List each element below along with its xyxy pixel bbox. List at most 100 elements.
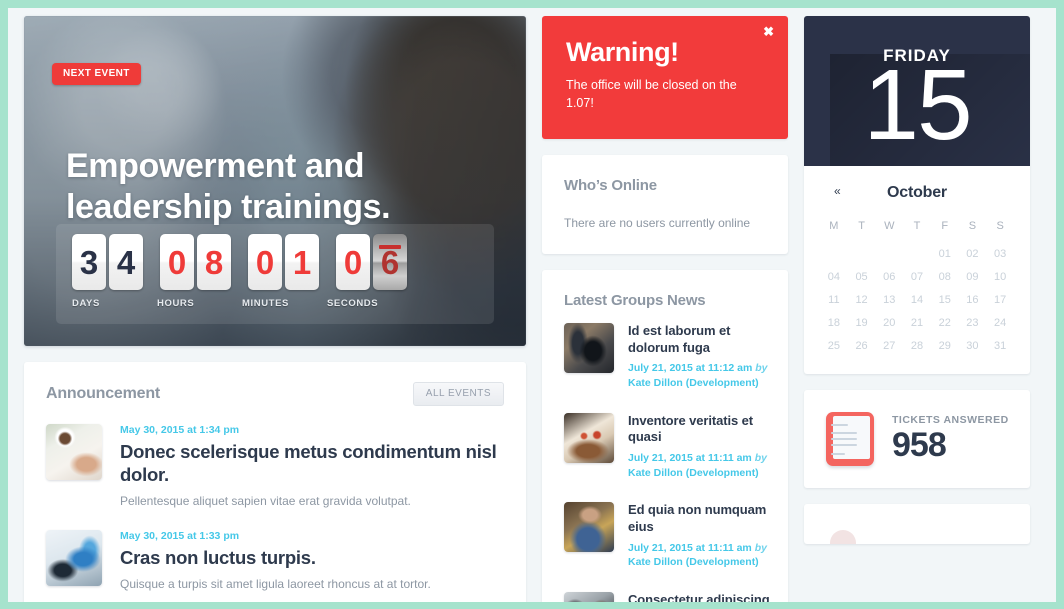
calendar-dow-4: F [941, 220, 949, 232]
calendar-day-cell[interactable]: 10 [986, 271, 1014, 283]
calendar-dow-0: M [829, 220, 839, 232]
calendar-day-cell[interactable]: 01 [931, 248, 959, 260]
news-date: July 21, 2015 at 11:11 am [628, 541, 752, 554]
countdown-days-digit-2: 4 [109, 234, 143, 290]
calendar-day-cell[interactable]: 13 [875, 294, 903, 306]
warning-message: The office will be closed on the 1.07! [566, 77, 737, 111]
news-by-label: by [754, 541, 767, 554]
news-body: Id est laborum et dolorum fuga July 21, … [628, 323, 770, 391]
news-thumbnail [564, 502, 614, 553]
calendar-day-cell[interactable]: 15 [931, 294, 959, 306]
whos-online-panel: Who’s Online There are no users currentl… [542, 155, 788, 254]
announcement-thumbnail [46, 529, 102, 586]
calendar-day-cell[interactable]: 30 [959, 340, 987, 352]
calendar-day-cell[interactable]: 18 [820, 317, 848, 329]
next-widget-partial [804, 504, 1030, 544]
calendar-dow-2: W [884, 220, 895, 232]
news-list-item[interactable]: Ed quia non numquam eius July 21, 2015 a… [542, 492, 788, 582]
calendar-day-cell[interactable]: 04 [820, 271, 848, 283]
right-column: FRIDAY 15 « October M T W T F S S 01 02 03 04 05 06 0… [796, 16, 1038, 602]
notepad-icon [826, 412, 874, 466]
announcement-item[interactable]: May 30, 2015 at 1:33 pm Cras non luctus … [24, 522, 526, 602]
calendar-prev-month-icon[interactable]: « [834, 185, 841, 197]
countdown-labels: DAYS HOURS MINUTES SECONDS [72, 298, 412, 309]
news-body: Consectetur adipiscing elit [628, 592, 770, 602]
app-frame: NEXT EVENT Empowerment and leadership tr… [8, 8, 1056, 602]
calendar-day-cell[interactable]: 05 [848, 271, 876, 283]
countdown-minutes-digit-2: 1 [285, 234, 319, 290]
news-author[interactable]: Kate Dillon (Development) [628, 377, 759, 389]
calendar-day-cell[interactable]: 06 [875, 271, 903, 283]
news-list-item[interactable]: Consectetur adipiscing elit [542, 582, 788, 602]
news-author[interactable]: Kate Dillon (Development) [628, 467, 759, 479]
calendar-day-cell[interactable]: 12 [848, 294, 876, 306]
calendar-empty-cell [848, 248, 876, 260]
news-meta: July 21, 2015 at 11:12 am by Kate Dillon… [628, 361, 770, 390]
news-list-item[interactable]: Id est laborum et dolorum fuga July 21, … [542, 313, 788, 403]
announcement-headline[interactable]: Cras non luctus turpis. [120, 547, 504, 570]
calendar-dow-1: T [858, 220, 865, 232]
news-headline[interactable]: Consectetur adipiscing elit [628, 592, 770, 602]
news-author[interactable]: Kate Dillon (Development) [628, 556, 759, 568]
calendar-day-cell[interactable]: 29 [931, 340, 959, 352]
countdown-seconds-group: 0 6 [336, 234, 410, 290]
calendar-day-cell[interactable]: 25 [820, 340, 848, 352]
close-icon[interactable]: ✖ [763, 25, 774, 38]
all-events-button[interactable]: ALL EVENTS [412, 382, 504, 406]
countdown-days-group: 3 4 [72, 234, 146, 290]
left-column: NEXT EVENT Empowerment and leadership tr… [16, 16, 534, 602]
news-body: Inventore veritatis et quasi July 21, 20… [628, 413, 770, 481]
calendar-day-cell[interactable]: 17 [986, 294, 1014, 306]
calendar-day-cell[interactable]: 23 [959, 317, 987, 329]
announcement-thumbnail [46, 424, 102, 480]
countdown-hours-group: 0 8 [160, 234, 234, 290]
news-headline[interactable]: Ed quia non numquam eius [628, 502, 770, 535]
calendar-today-banner: FRIDAY 15 [804, 16, 1030, 166]
countdown-seconds-digit-2: 6 [373, 234, 407, 290]
calendar-day-cell[interactable]: 26 [848, 340, 876, 352]
countdown-label-seconds: SECONDS [327, 298, 379, 309]
news-headline[interactable]: Inventore veritatis et quasi [628, 413, 770, 446]
calendar-day-cell[interactable]: 27 [875, 340, 903, 352]
news-by-label: by [755, 362, 768, 375]
middle-column: ✖ Warning! The office will be closed on … [534, 16, 796, 602]
calendar-day-cell[interactable]: 08 [931, 271, 959, 283]
calendar-empty-cell [875, 248, 903, 260]
tickets-answered-value: 958 [892, 426, 947, 465]
countdown-hours-digit-2: 8 [197, 234, 231, 290]
next-event-badge[interactable]: NEXT EVENT [52, 63, 141, 85]
calendar-day-cell[interactable]: 19 [848, 317, 876, 329]
news-headline[interactable]: Id est laborum et dolorum fuga [628, 323, 770, 356]
news-list-item[interactable]: Inventore veritatis et quasi July 21, 20… [542, 403, 788, 493]
hero-event-card: NEXT EVENT Empowerment and leadership tr… [24, 16, 526, 346]
calendar-day-cell[interactable]: 09 [959, 271, 987, 283]
announcement-excerpt: Quisque a turpis sit amet ligula laoreet… [120, 577, 431, 592]
calendar-day-cell[interactable]: 14 [903, 294, 931, 306]
calendar-day-cell[interactable]: 31 [986, 340, 1014, 352]
news-by-label: by [754, 452, 767, 465]
news-date: July 21, 2015 at 11:12 am [628, 362, 753, 375]
calendar-day-cell[interactable]: 11 [820, 294, 848, 306]
countdown-days-digit-1: 3 [72, 234, 106, 290]
calendar-empty-cell [903, 248, 931, 260]
announcement-date: May 30, 2015 at 1:33 pm [120, 529, 240, 542]
tickets-answered-label: TICKETS ANSWERED [892, 414, 1009, 427]
calendar-day-cell[interactable]: 28 [903, 340, 931, 352]
calendar-day-cell[interactable]: 21 [903, 317, 931, 329]
announcement-header: Announcement ALL EVENTS [24, 362, 526, 416]
calendar-day-cell[interactable]: 02 [959, 248, 987, 260]
announcement-headline[interactable]: Donec scelerisque metus condimentum nisl… [120, 441, 504, 486]
countdown-minutes-group: 0 1 [248, 234, 322, 290]
announcement-item[interactable]: May 30, 2015 at 1:34 pm Donec scelerisqu… [24, 416, 526, 522]
news-meta: July 21, 2015 at 11:11 am by Kate Dillon… [628, 541, 770, 570]
calendar-day-cell[interactable]: 20 [875, 317, 903, 329]
calendar-day-cell[interactable]: 24 [986, 317, 1014, 329]
calendar-day-cell[interactable]: 22 [931, 317, 959, 329]
calendar-day-cell[interactable]: 07 [903, 271, 931, 283]
calendar-dow-3: T [913, 220, 921, 232]
calendar-day-cell[interactable]: 03 [986, 248, 1014, 260]
hero-title: Empowerment and leadership trainings. [66, 147, 391, 227]
calendar-day-cell[interactable]: 16 [959, 294, 987, 306]
news-body: Ed quia non numquam eius July 21, 2015 a… [628, 502, 770, 570]
tickets-answered-text: TICKETS ANSWERED 958 [892, 414, 1012, 464]
